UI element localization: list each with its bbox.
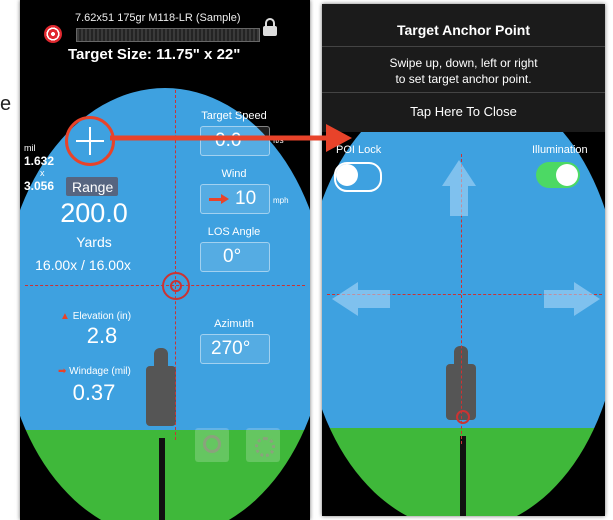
- callout-arrow: [110, 124, 352, 152]
